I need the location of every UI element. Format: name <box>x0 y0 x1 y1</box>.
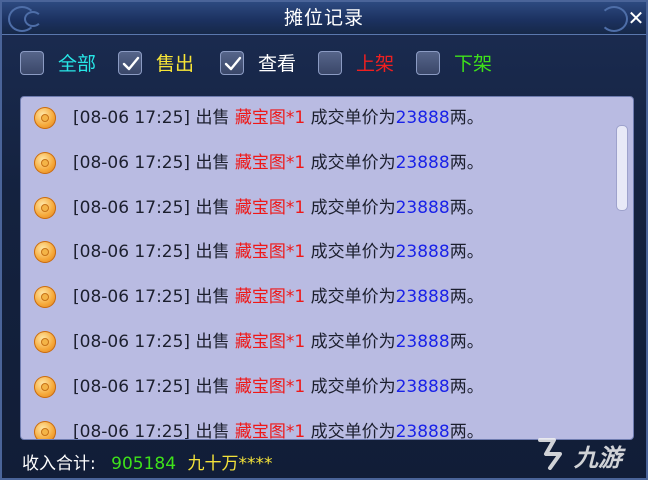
record-price: 23888 <box>395 287 450 308</box>
filter-checkbox[interactable] <box>20 51 44 75</box>
list-item: [08-06 17:25] 出售 藏宝图*1 成交单价为23888两。 <box>21 413 611 440</box>
filter-bar: 全部 售出 查看 上架 下架 <box>20 49 620 79</box>
record-deal-label: 成交单价为 <box>310 197 396 218</box>
scrollbar-thumb[interactable] <box>616 125 628 211</box>
record-text: [08-06 17:25] 出售 藏宝图*1 成交单价为23888两。 <box>73 327 484 357</box>
income-total-words: 九十万**** <box>187 454 273 474</box>
close-button[interactable]: ✕ <box>626 8 646 28</box>
record-text: [08-06 17:25] 出售 藏宝图*1 成交单价为23888两。 <box>73 282 484 312</box>
record-action: 出售 <box>195 376 230 397</box>
record-time: [08-06 17:25] <box>73 421 191 440</box>
record-price: 23888 <box>395 332 450 352</box>
record-action: 出售 <box>195 108 230 128</box>
record-price: 23888 <box>395 376 450 397</box>
record-text: [08-06 17:25] 出售 藏宝图*1 成交单价为23888两。 <box>73 148 484 178</box>
record-text: [08-06 17:25] 出售 藏宝图*1 成交单价为23888两。 <box>73 417 484 440</box>
list-item: [08-06 17:25] 出售 藏宝图*1 成交单价为23888两。 <box>21 368 611 412</box>
record-deal-label: 成交单价为 <box>310 332 396 352</box>
record-time: [08-06 17:25] <box>73 376 191 397</box>
filter-checkbox[interactable] <box>416 51 440 75</box>
record-unit: 两。 <box>449 376 484 397</box>
record-item: 藏宝图*1 <box>234 332 306 352</box>
record-unit: 两。 <box>449 287 484 308</box>
checkmark-icon <box>122 56 140 71</box>
window-title: 摊位记录 <box>283 7 364 29</box>
record-time: [08-06 17:25] <box>73 152 191 173</box>
record-action: 出售 <box>195 287 230 308</box>
record-time: [08-06 17:25] <box>73 197 191 218</box>
record-item: 藏宝图*1 <box>234 421 306 440</box>
record-unit: 两。 <box>449 421 484 440</box>
record-list[interactable]: [08-06 17:25] 出售 藏宝图*1 成交单价为23888两。 [08-0… <box>20 96 634 440</box>
filter-checkbox[interactable] <box>318 51 342 75</box>
record-action: 出售 <box>195 421 230 440</box>
record-item: 藏宝图*1 <box>234 242 306 263</box>
record-item: 藏宝图*1 <box>234 287 306 308</box>
scrollbar[interactable] <box>611 97 633 439</box>
record-unit: 两。 <box>449 108 484 128</box>
coin-icon <box>34 241 56 264</box>
record-text: [08-06 17:25] 出售 藏宝图*1 成交单价为23888两。 <box>73 193 484 223</box>
coin-icon <box>34 420 56 439</box>
filter-checkbox[interactable] <box>118 51 142 75</box>
title-bar: 摊位记录 ✕ <box>2 2 646 35</box>
record-action: 出售 <box>195 152 230 173</box>
income-total: 收入合计: 905184 九十万**** <box>22 452 272 476</box>
stall-record-window: 摊位记录 ✕ 全部 售出 查看 上架 下架 [08-06 17:25] 出售 藏宝图*1… <box>0 0 648 480</box>
record-price: 23888 <box>395 421 450 440</box>
record-item: 藏宝图*1 <box>234 376 306 397</box>
record-deal-label: 成交单价为 <box>310 152 396 173</box>
list-item: [08-06 17:25] 出售 藏宝图*1 成交单价为23888两。 <box>21 189 611 233</box>
coin-icon <box>34 331 56 353</box>
income-total-number: 905184 <box>111 454 177 474</box>
record-action: 出售 <box>195 242 230 263</box>
record-time: [08-06 17:25] <box>73 108 191 128</box>
coin-icon <box>34 375 56 398</box>
record-deal-label: 成交单价为 <box>310 242 396 263</box>
record-price: 23888 <box>395 108 450 128</box>
filter-label: 下架 <box>454 53 493 75</box>
list-item: [08-06 17:25] 出售 藏宝图*1 成交单价为23888两。 <box>21 233 611 277</box>
filter-label: 售出 <box>156 53 195 75</box>
record-text: [08-06 17:25] 出售 藏宝图*1 成交单价为23888两。 <box>73 237 484 267</box>
record-unit: 两。 <box>449 152 484 173</box>
record-item: 藏宝图*1 <box>234 152 306 173</box>
record-time: [08-06 17:25] <box>73 242 191 263</box>
list-item: [08-06 17:25] 出售 藏宝图*1 成交单价为23888两。 <box>21 144 611 188</box>
watermark-logo: 九游 <box>532 434 642 474</box>
record-price: 23888 <box>395 242 450 263</box>
filter-checkbox[interactable] <box>220 51 244 75</box>
watermark-text: 九游 <box>574 444 622 472</box>
coin-icon <box>34 196 56 219</box>
record-action: 出售 <box>195 197 230 218</box>
coin-icon <box>34 107 56 129</box>
record-time: [08-06 17:25] <box>73 287 191 308</box>
nine-game-logo-icon <box>538 438 562 470</box>
record-deal-label: 成交单价为 <box>310 108 396 128</box>
list-item: [08-06 17:25] 出售 藏宝图*1 成交单价为23888两。 <box>21 278 611 322</box>
filter-label: 上架 <box>356 53 395 75</box>
record-deal-label: 成交单价为 <box>310 421 396 440</box>
list-item: [08-06 17:25] 出售 藏宝图*1 成交单价为23888两。 <box>21 323 611 367</box>
record-unit: 两。 <box>449 197 484 218</box>
record-deal-label: 成交单价为 <box>310 376 396 397</box>
coin-icon <box>34 151 56 174</box>
record-item: 藏宝图*1 <box>234 108 306 128</box>
income-total-label: 收入合计: <box>22 454 96 474</box>
record-price: 23888 <box>395 152 450 173</box>
record-unit: 两。 <box>449 332 484 352</box>
filter-label: 查看 <box>258 53 297 75</box>
record-time: [08-06 17:25] <box>73 332 191 352</box>
record-deal-label: 成交单价为 <box>310 287 396 308</box>
record-price: 23888 <box>395 197 450 218</box>
coin-icon <box>34 286 56 309</box>
record-item: 藏宝图*1 <box>234 197 306 218</box>
filter-label: 全部 <box>58 53 97 75</box>
list-item: [08-06 17:25] 出售 藏宝图*1 成交单价为23888两。 <box>21 99 611 143</box>
record-action: 出售 <box>195 332 230 352</box>
checkmark-icon <box>224 56 242 71</box>
record-text: [08-06 17:25] 出售 藏宝图*1 成交单价为23888两。 <box>73 372 484 402</box>
record-text: [08-06 17:25] 出售 藏宝图*1 成交单价为23888两。 <box>73 103 484 133</box>
record-unit: 两。 <box>449 242 484 263</box>
